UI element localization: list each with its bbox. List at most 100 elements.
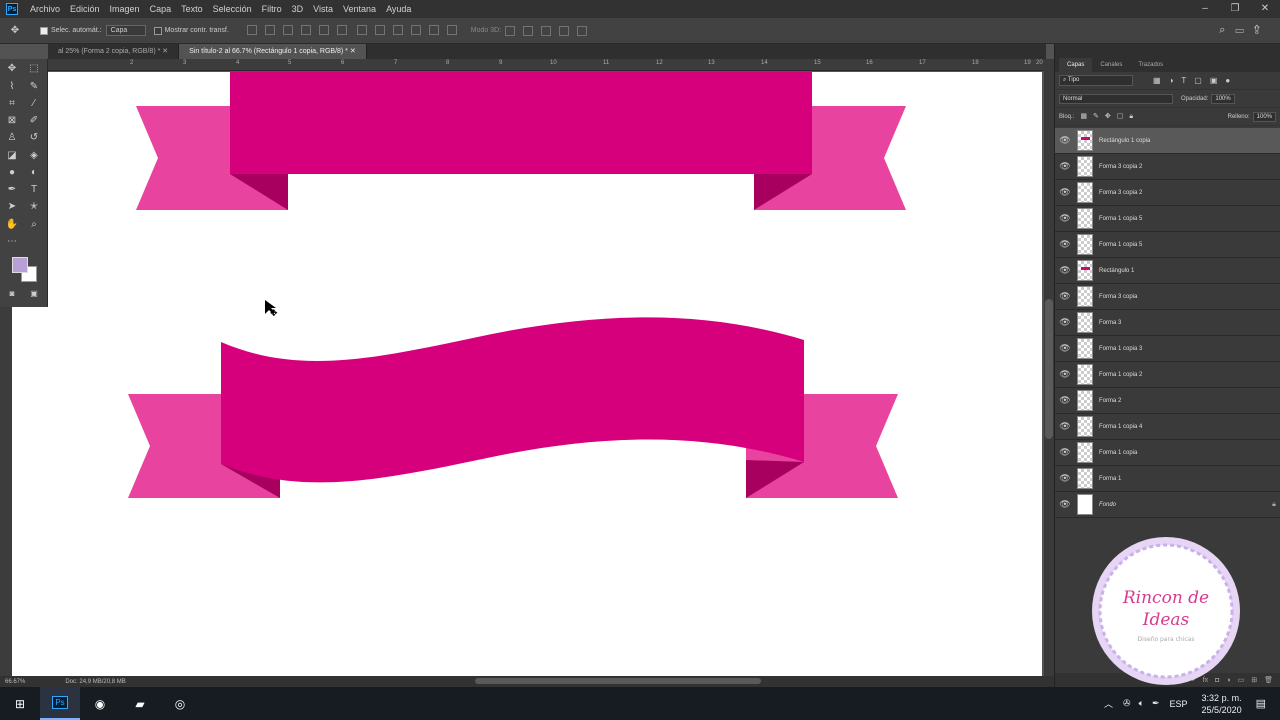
tab-document-2[interactable]: Sin título-2 al 66.7% (Rectángulo 1 copi… <box>179 44 367 59</box>
layer-name[interactable]: Rectángulo 1 copia <box>1099 138 1280 144</box>
obs-icon[interactable]: ◎ <box>160 687 200 720</box>
layer-name[interactable]: Forma 1 copia 5 <box>1099 242 1280 248</box>
visibility-eye-icon[interactable]: 👁︎ <box>1055 447 1075 458</box>
layer-name[interactable]: Forma 3 copia 2 <box>1099 190 1280 196</box>
maximize-icon[interactable]: ❐ <box>1220 0 1250 18</box>
file-explorer-icon[interactable]: ▰ <box>120 687 160 720</box>
bucket-tool-icon[interactable]: ◈ <box>27 149 41 163</box>
blur-tool-icon[interactable]: ● <box>5 166 19 180</box>
lock-move-icon[interactable]: ✥ <box>1105 113 1117 120</box>
horizontal-scroll-thumb[interactable] <box>475 678 761 684</box>
align-center-icon[interactable] <box>318 24 329 35</box>
layer-name[interactable]: Forma 3 copia <box>1099 294 1280 300</box>
close-icon[interactable]: ✕ <box>1250 0 1280 18</box>
eraser-tool-icon[interactable]: ◪ <box>5 149 19 163</box>
frame-tool-icon[interactable]: ⊠ <box>5 114 19 128</box>
shape-tool-icon[interactable]: ✭ <box>27 200 41 214</box>
layer-name[interactable]: Forma 1 copia 4 <box>1099 424 1280 430</box>
align-top-icon[interactable] <box>246 24 257 35</box>
photoshop-taskbar-icon[interactable]: Ps <box>40 687 80 720</box>
roll-3d-icon[interactable] <box>523 25 534 36</box>
menu-edicion[interactable]: Edición <box>70 4 100 14</box>
tab-canales[interactable]: Canales <box>1092 58 1130 72</box>
menu-3d[interactable]: 3D <box>292 4 304 14</box>
lasso-tool-icon[interactable]: ⌇ <box>5 80 19 94</box>
clock[interactable]: 3:32 p. m. 25/5/2020 <box>1202 692 1242 716</box>
layer-row[interactable]: 👁︎ Forma 1 copia 5 <box>1055 206 1280 232</box>
align-left-icon[interactable] <box>300 24 311 35</box>
move-tool-icon[interactable]: ✥ <box>8 24 22 38</box>
visibility-eye-icon[interactable]: 👁︎ <box>1055 395 1075 406</box>
layer-row[interactable]: 👁︎ Forma 3 copia 2 <box>1055 154 1280 180</box>
minimize-icon[interactable]: – <box>1190 0 1220 18</box>
drag-3d-icon[interactable] <box>541 25 552 36</box>
distribute-left-icon[interactable] <box>410 24 421 35</box>
brush-tool-icon[interactable]: ✐ <box>27 114 41 128</box>
layer-row[interactable]: 👁︎ Fondo 🔒︎ <box>1055 492 1280 518</box>
foreground-color-swatch[interactable] <box>12 257 28 273</box>
search-icon[interactable]: ⌕ <box>1219 24 1235 36</box>
distribute-top-icon[interactable] <box>356 24 367 35</box>
layer-name[interactable]: Fondo <box>1099 502 1267 508</box>
menu-archivo[interactable]: Archivo <box>30 4 60 14</box>
hand-tool-icon[interactable]: ✋ <box>5 218 19 232</box>
layer-row[interactable]: 👁︎ Forma 1 copia 4 <box>1055 414 1280 440</box>
stamp-tool-icon[interactable]: ♙ <box>5 131 19 145</box>
layer-name[interactable]: Forma 3 <box>1099 320 1280 326</box>
layer-row[interactable]: 👁︎ Forma 3 copia 2 <box>1055 180 1280 206</box>
network-icon[interactable]: ✇ <box>1123 698 1131 709</box>
visibility-eye-icon[interactable]: 👁︎ <box>1055 343 1075 354</box>
align-right-icon[interactable] <box>336 24 347 35</box>
volume-icon[interactable]: 🔈︎ <box>1139 698 1144 709</box>
crop-tool-icon[interactable]: ⌗ <box>5 97 19 111</box>
horizontal-ruler[interactable]: 2 3 4 5 6 7 8 9 10 11 12 13 14 15 16 17 … <box>48 59 1046 71</box>
type-tool-icon[interactable]: T <box>27 183 41 197</box>
visibility-eye-icon[interactable]: 👁︎ <box>1055 473 1075 484</box>
menu-texto[interactable]: Texto <box>181 4 203 14</box>
layer-name[interactable]: Rectángulo 1 <box>1099 268 1280 274</box>
filter-type-icon[interactable]: T <box>1181 76 1194 85</box>
lock-artboard-icon[interactable]: ▢ <box>1117 113 1130 120</box>
layer-row[interactable]: 👁︎ Forma 2 <box>1055 388 1280 414</box>
dodge-tool-icon[interactable]: ◐ <box>27 166 41 180</box>
orbit-3d-icon[interactable] <box>505 25 516 36</box>
layer-name[interactable]: Forma 1 copia 5 <box>1099 216 1280 222</box>
tab-capas[interactable]: Capas <box>1059 58 1093 72</box>
notifications-icon[interactable]: ▤ <box>1256 697 1266 710</box>
layer-row[interactable]: 👁︎ Rectángulo 1 copia <box>1055 128 1280 154</box>
tab-close-icon[interactable]: ✕ <box>162 48 168 55</box>
align-bottom-icon[interactable] <box>282 24 293 35</box>
chrome-icon[interactable]: ◉ <box>80 687 120 720</box>
layer-row[interactable]: 👁︎ Forma 1 copia 5 <box>1055 232 1280 258</box>
document-canvas[interactable]: ✥ <box>12 72 1042 676</box>
layer-name[interactable]: Forma 1 copia 3 <box>1099 346 1280 352</box>
layer-lock-icon[interactable]: 🔒︎ <box>1267 501 1280 509</box>
language-indicator[interactable]: ESP <box>1170 699 1188 709</box>
history-brush-icon[interactable]: ↺ <box>27 131 41 145</box>
opacity-input[interactable]: 100% <box>1211 93 1235 104</box>
layer-name[interactable]: Forma 2 <box>1099 398 1280 404</box>
show-transform-checkbox[interactable] <box>153 26 162 35</box>
scroll-thumb[interactable] <box>1045 299 1053 439</box>
menu-ventana[interactable]: Ventana <box>343 4 376 14</box>
tab-close-icon[interactable]: ✕ <box>350 48 356 55</box>
menu-vista[interactable]: Vista <box>313 4 333 14</box>
lock-all-icon[interactable]: 🔒︎ <box>1129 113 1139 120</box>
tab-document-1[interactable]: al 25% (Forma 2 copia, RGB/8) * ✕ <box>48 44 180 59</box>
layer-row[interactable]: 👁︎ Forma 1 copia 2 <box>1055 362 1280 388</box>
filter-toggle-icon[interactable]: ● <box>1225 76 1238 85</box>
distribute-center-icon[interactable] <box>428 24 439 35</box>
marquee-tool-icon[interactable]: ⬚ <box>27 62 41 76</box>
quick-mask-icon[interactable]: ◙ <box>5 287 19 301</box>
distribute-bottom-icon[interactable] <box>392 24 403 35</box>
visibility-eye-icon[interactable]: 👁︎ <box>1055 213 1075 224</box>
pen-tool-icon[interactable]: ✒ <box>5 183 19 197</box>
layer-row[interactable]: 👁︎ Forma 1 <box>1055 466 1280 492</box>
filter-shape-icon[interactable]: ▢ <box>1194 76 1210 85</box>
filter-pixel-icon[interactable]: ▦ <box>1153 76 1169 85</box>
visibility-eye-icon[interactable]: 👁︎ <box>1055 187 1075 198</box>
chevron-up-icon[interactable]: ︿ <box>1104 697 1113 710</box>
auto-select-checkbox[interactable] <box>40 26 48 35</box>
fill-input[interactable]: 100% <box>1252 111 1276 122</box>
auto-select-dropdown[interactable]: Capa <box>105 25 146 36</box>
